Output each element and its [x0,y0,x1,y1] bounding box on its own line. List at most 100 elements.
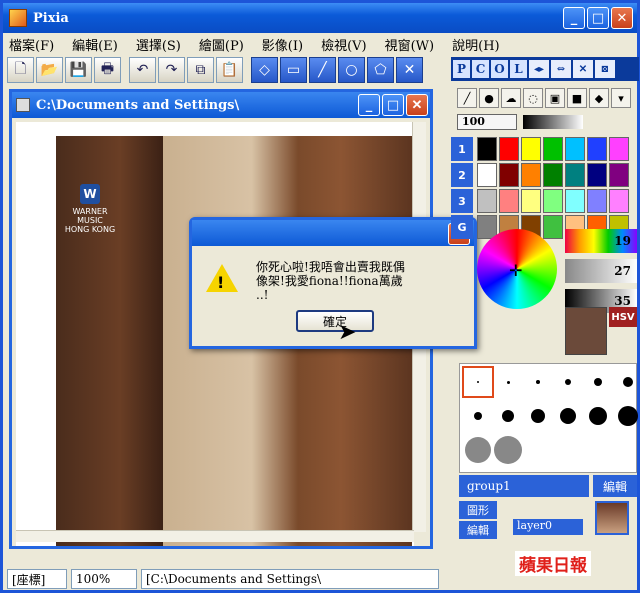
save-icon[interactable]: 💾 [65,57,92,83]
doc-minimize-button[interactable]: _ [358,94,380,116]
color-swatch[interactable] [477,189,497,213]
brush-size-option[interactable] [623,377,633,387]
app-titlebar[interactable]: Pixia _ □ ✕ [3,3,637,33]
hue-value[interactable]: 19 [565,229,637,253]
close-x-icon[interactable]: ✕ [573,60,593,78]
layer-item[interactable]: layer0 [513,519,583,535]
hsv-button[interactable]: HSV [609,307,637,327]
group-selector[interactable]: group1 [459,475,589,497]
new-file-icon[interactable]: 🗋 [7,57,34,83]
brush-size-option[interactable] [474,412,482,420]
brush-size-option[interactable] [565,379,571,385]
menu-draw[interactable]: 繪圖(P) [199,35,244,54]
color-swatch[interactable] [587,137,607,161]
brush-dot-icon[interactable]: ● [479,88,499,108]
line-icon[interactable]: ╱ [309,57,336,83]
color-swatch[interactable] [609,189,629,213]
opacity-slider[interactable]: 100 [451,111,639,133]
color-swatch[interactable] [477,163,497,187]
figure-button[interactable]: 圖形 [459,501,497,519]
tab-o[interactable]: O [491,60,508,78]
copy-icon[interactable]: ⧉ [187,57,214,83]
brush-size-option[interactable] [560,408,576,424]
ok-button[interactable]: 確定 [296,310,374,332]
paste-icon[interactable]: 📋 [216,57,243,83]
print-icon[interactable]: 🖶 [94,57,121,83]
brush-size-option[interactable] [618,406,638,426]
palette-row-g[interactable]: G [451,215,473,239]
menu-down-icon[interactable]: ▾ [611,88,631,108]
menu-file[interactable]: 檔案(F) [9,35,54,54]
pen-icon[interactable]: ╱ [457,88,477,108]
color-swatch[interactable] [521,189,541,213]
color-swatch[interactable] [477,137,497,161]
saturation-value[interactable]: 27 [565,259,637,283]
color-swatch[interactable] [499,137,519,161]
opacity-gradient[interactable] [523,115,583,129]
brush-size-option[interactable] [589,407,607,425]
brush-size-option[interactable] [465,437,491,463]
tab-p[interactable]: P [453,60,470,78]
tab-l[interactable]: L [510,60,527,78]
edit-layer-button[interactable]: 編輯 [593,475,637,497]
brush-size-option[interactable] [531,409,545,423]
palette-row-1[interactable]: 1 [451,137,473,161]
menu-select[interactable]: 選擇(S) [136,35,181,54]
menu-edit[interactable]: 編輯(E) [72,35,118,54]
doc-maximize-button[interactable]: □ [382,94,404,116]
color-swatch[interactable] [499,163,519,187]
gray-square-icon[interactable]: ■ [567,88,587,108]
undo-icon[interactable]: ↶ [129,57,156,83]
color-swatch[interactable] [521,137,541,161]
color-swatch[interactable] [543,137,563,161]
swap-icon[interactable]: ⇔ [551,60,571,78]
color-swatch[interactable] [543,189,563,213]
grid-x-icon[interactable]: ⊠ [595,60,615,78]
layer-edit-button[interactable]: 編輯 [459,521,497,539]
menu-window[interactable]: 視窗(W) [385,35,435,54]
color-swatch[interactable] [609,137,629,161]
color-swatch[interactable] [543,215,563,239]
color-swatch[interactable] [587,163,607,187]
maximize-button[interactable]: □ [587,7,609,29]
eraser-icon[interactable]: ◇ [251,57,278,83]
brush-size-option[interactable] [502,410,514,422]
palette-row-2[interactable]: 2 [451,163,473,187]
arrows-icon[interactable]: ◂▸ [529,60,549,78]
brush-size-option[interactable] [536,380,540,384]
doc-close-button[interactable]: ✕ [406,94,428,116]
diamond-icon[interactable]: ◆ [589,88,609,108]
brush-size-option[interactable] [494,436,522,464]
rectangle-icon[interactable]: ▭ [280,57,307,83]
open-folder-icon[interactable]: 📂 [36,57,63,83]
palette-row-3[interactable]: 3 [451,189,473,213]
menu-view[interactable]: 檢視(V) [321,35,367,54]
close-button[interactable]: ✕ [611,7,633,29]
ellipse-icon[interactable]: ○ [338,57,365,83]
redo-icon[interactable]: ↷ [158,57,185,83]
color-swatch[interactable] [587,189,607,213]
layer-thumbnail[interactable] [595,501,629,535]
dialog-titlebar[interactable]: ✕ [192,220,474,246]
color-swatch[interactable] [521,163,541,187]
horizontal-scrollbar[interactable] [16,530,414,542]
menu-image[interactable]: 影像(I) [262,35,303,54]
brush-size-option[interactable] [594,378,602,386]
brush-size-option[interactable] [506,380,510,384]
color-swatch[interactable] [565,163,585,187]
color-swatch[interactable] [565,137,585,161]
tab-c[interactable]: C [472,60,489,78]
polygon-icon[interactable]: ⬠ [367,57,394,83]
color-swatch[interactable] [543,163,563,187]
minimize-button[interactable]: _ [563,7,585,29]
lasso-icon[interactable]: ◌ [523,88,543,108]
fill-icon[interactable]: ▣ [545,88,565,108]
spray-icon[interactable]: ☁ [501,88,521,108]
color-swatch[interactable] [565,189,585,213]
brush-size-option[interactable] [477,381,479,383]
cross-icon[interactable]: ✕ [396,57,423,83]
color-swatch[interactable] [499,189,519,213]
menu-help[interactable]: 說明(H) [452,35,499,54]
document-titlebar[interactable]: C:\Documents and Settings\ _ □ ✕ [12,92,430,118]
color-swatch[interactable] [609,163,629,187]
